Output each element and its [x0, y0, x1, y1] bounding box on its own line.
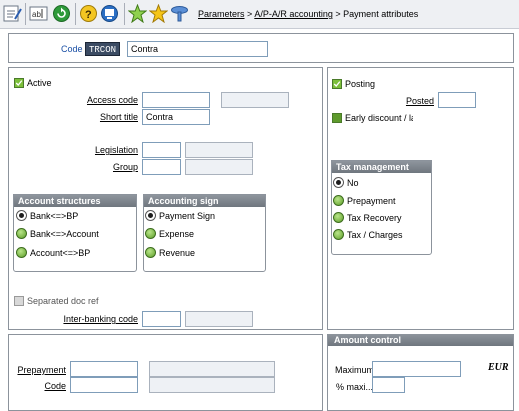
radio-tax-charges[interactable] — [333, 229, 344, 240]
radio-tax-recovery-label: Tax Recovery — [347, 213, 402, 223]
radio-tax-prepayment-label: Prepayment — [347, 196, 396, 206]
posted-field[interactable] — [438, 92, 476, 108]
breadcrumb-separator: > — [335, 9, 341, 19]
posting-label: Posting — [345, 79, 376, 89]
amount-control-title: Amount control — [328, 334, 513, 346]
access-code-field[interactable] — [142, 92, 210, 108]
radio-expense-label: Expense — [159, 229, 195, 239]
short-title-label: Short title — [99, 112, 138, 122]
group-field[interactable] — [142, 159, 181, 175]
access-code-description — [221, 92, 289, 108]
radio-tax-charges-label: Tax / Charges — [347, 230, 403, 240]
legislation-field[interactable] — [142, 142, 181, 158]
breadcrumb-link-parameters[interactable]: Parameters — [198, 9, 245, 19]
radio-bank-account-label: Bank<=>Account — [30, 229, 99, 239]
posted-label: Posted — [405, 96, 434, 106]
account-structures-title: Account structures — [14, 195, 136, 207]
add-favorite-icon[interactable] — [128, 4, 147, 23]
bottom-code-label: Code — [44, 381, 66, 391]
radio-tax-recovery[interactable] — [333, 212, 344, 223]
inter-banking-code-label: Inter-banking code — [63, 314, 138, 324]
percent-max-label: % maxi... — [336, 382, 374, 392]
currency-label: EUR — [488, 362, 509, 373]
radio-bank-bp[interactable] — [16, 210, 27, 221]
radio-tax-no-label: No — [347, 178, 359, 188]
separated-doc-ref-checkbox[interactable] — [14, 296, 24, 306]
svg-text:ab: ab — [32, 10, 41, 19]
accounting-sign-title: Accounting sign — [144, 195, 265, 207]
access-code-label: Access code — [86, 95, 138, 105]
code-label: Code — [61, 44, 83, 54]
separated-doc-ref-label: Separated doc ref — [27, 296, 99, 306]
ab-icon[interactable]: ab — [29, 4, 48, 23]
refresh-icon[interactable] — [52, 4, 71, 23]
toolbar: ab ? Parameters > A/P-A/R accounting > P… — [0, 0, 519, 29]
svg-text:?: ? — [85, 9, 92, 21]
prepayment-description — [149, 361, 275, 377]
radio-account-bp[interactable] — [16, 247, 27, 258]
radio-bank-account[interactable] — [16, 228, 27, 239]
breadcrumb-separator: > — [247, 9, 253, 19]
active-checkbox[interactable] — [14, 78, 24, 88]
toolbar-separator — [124, 3, 125, 25]
text-edit-icon[interactable] — [3, 4, 22, 23]
radio-bank-bp-label: Bank<=>BP — [30, 211, 79, 221]
bottom-code-description — [149, 377, 275, 393]
tax-management-title: Tax management — [332, 161, 431, 173]
percent-max-field[interactable] — [372, 377, 405, 393]
active-label: Active — [27, 78, 52, 88]
radio-tax-prepayment[interactable] — [333, 195, 344, 206]
inter-banking-code-description — [185, 311, 253, 327]
breadcrumb-current: Payment attributes — [343, 9, 419, 19]
early-discount-checkbox[interactable] — [332, 113, 342, 123]
prepayment-field[interactable] — [70, 361, 138, 377]
toolbar-separator — [75, 3, 76, 25]
radio-payment-sign-label: Payment Sign — [159, 211, 216, 221]
inter-banking-code-field[interactable] — [142, 311, 181, 327]
group-description — [185, 159, 253, 175]
radio-expense[interactable] — [145, 228, 156, 239]
radio-payment-sign[interactable] — [145, 210, 156, 221]
description-field[interactable]: Contra — [127, 41, 268, 57]
early-discount-label: Early discount / læ — [345, 113, 413, 123]
radio-revenue-label: Revenue — [159, 248, 196, 258]
link-icon[interactable] — [170, 4, 189, 23]
code-badge[interactable]: TRCON — [85, 42, 121, 56]
maximum-label: Maximum — [335, 365, 375, 375]
radio-revenue[interactable] — [145, 247, 156, 258]
favorite-icon[interactable] — [149, 4, 168, 23]
legislation-label: Legislation — [94, 145, 138, 155]
radio-account-bp-label: Account<=>BP — [30, 248, 91, 258]
breadcrumb: Parameters > A/P-A/R accounting > Paymen… — [198, 9, 418, 19]
maximum-field[interactable] — [372, 361, 461, 377]
group-label: Group — [112, 162, 138, 172]
bottom-code-field[interactable] — [70, 377, 138, 393]
posting-checkbox[interactable] — [332, 79, 342, 89]
screen-icon[interactable] — [100, 4, 119, 23]
short-title-field[interactable]: Contra — [142, 109, 210, 125]
prepayment-label: Prepayment — [17, 365, 66, 375]
radio-tax-no[interactable] — [333, 177, 344, 188]
breadcrumb-link-ap-ar-accounting[interactable]: A/P-A/R accounting — [254, 9, 333, 19]
toolbar-separator — [25, 3, 26, 25]
legislation-description — [185, 142, 253, 158]
help-icon[interactable]: ? — [79, 4, 98, 23]
